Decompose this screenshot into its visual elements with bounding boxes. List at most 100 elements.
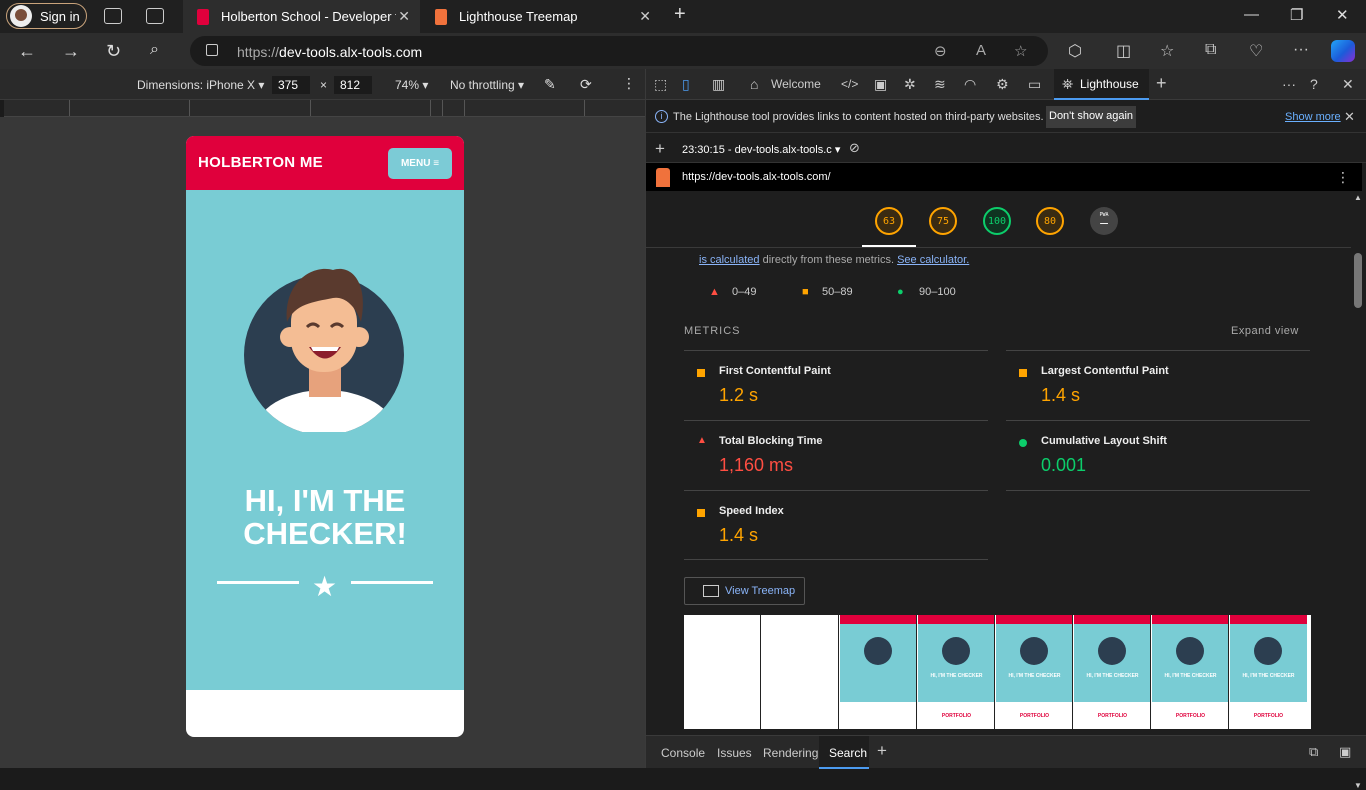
tab-holberton[interactable]: Holberton School - Developer to ✕ [183, 0, 420, 33]
frame-portfolio: PORTFOLIO [1097, 713, 1128, 719]
new-report-plus-icon[interactable]: + [655, 139, 665, 159]
console-icon[interactable]: ▣ [874, 76, 887, 93]
read-aloud-icon[interactable]: A [976, 42, 986, 59]
treemap-icon [703, 585, 719, 597]
favorite-star-icon[interactable]: ☆ [1014, 42, 1027, 60]
report-select-label: 23:30:15 - dev-tools.alx-tools.c [682, 144, 832, 156]
minimize-icon[interactable]: — [1244, 6, 1259, 23]
restore-icon[interactable]: ❐ [1290, 6, 1303, 24]
new-tab-plus-icon[interactable]: + [674, 3, 686, 26]
gauge-best-practices[interactable]: 100 [983, 207, 1011, 235]
gauge-accessibility[interactable]: 75 [929, 207, 957, 235]
drawer-tab-rendering[interactable]: Rendering [763, 746, 818, 760]
width-input[interactable]: 375 [272, 76, 310, 94]
dont-show-again-button[interactable]: Don't show again [1046, 106, 1137, 128]
fail-triangle-icon: ▲ [697, 435, 707, 446]
url-prefix: https:// [237, 44, 280, 60]
info-icon: i [655, 110, 668, 123]
back-icon[interactable]: ← [18, 41, 36, 62]
show-more-link[interactable]: Show more [1285, 111, 1341, 123]
scrollbar-thumb[interactable] [1354, 253, 1362, 308]
home-icon[interactable]: ⌂ [750, 76, 758, 92]
tab-lighthouse[interactable]: ⛯ Lighthouse [1054, 69, 1149, 100]
tab-title: Holberton School - Developer to [221, 9, 396, 24]
extensions-icon[interactable]: ⬡ [1068, 41, 1082, 61]
copilot-icon[interactable] [1331, 40, 1355, 62]
device-toolbar-toggle-icon[interactable]: ▯ [682, 76, 690, 93]
tab-actions-icon[interactable] [146, 8, 164, 24]
zoom-icon[interactable]: ⊖ [934, 42, 947, 60]
lighthouse-icon: ⛯ [1062, 76, 1074, 92]
view-treemap-button[interactable]: View Treemap [684, 577, 805, 605]
view-treemap-label: View Treemap [725, 585, 796, 597]
rotate-icon[interactable]: ⟳ [580, 76, 592, 93]
add-panel-plus-icon[interactable]: + [1156, 73, 1167, 94]
tab-lighthouse-treemap[interactable]: Lighthouse Treemap ✕ [421, 0, 661, 33]
frame-heading: HI, I'M THE CHECKER [1008, 673, 1061, 679]
lock-icon[interactable] [206, 44, 218, 56]
report-menu-icon[interactable]: ⋮ [1336, 169, 1350, 186]
report-select[interactable]: 23:30:15 - dev-tools.alx-tools.c ▾ [682, 143, 840, 156]
settings-gear-icon[interactable]: ⚙ [996, 76, 1009, 93]
score-gauges: 63 75 100 80 PWA – [646, 191, 1351, 248]
zoom-dropdown[interactable]: 74% ▾ [395, 78, 428, 92]
metric-value: 1.4 s [1041, 385, 1081, 405]
application-icon[interactable]: ▭ [1028, 76, 1041, 93]
dock-drawer-icon[interactable]: ⧉ [1309, 744, 1318, 760]
bug-icon[interactable]: ✲ [904, 76, 916, 93]
more-menu-icon[interactable]: ··· [1293, 41, 1309, 59]
elements-icon[interactable]: </> [841, 77, 858, 91]
frame-heading: HI, I'M THE CHECKER [1242, 673, 1295, 679]
is-calculated-link[interactable]: is calculated [699, 254, 760, 266]
site-title[interactable]: HOLBERTON ME [198, 154, 323, 171]
gauge-seo[interactable]: 80 [1036, 207, 1064, 235]
address-field[interactable]: https://dev-tools.alx-tools.com ⊖ A ☆ [190, 36, 1048, 66]
sidebar-toggle-icon[interactable]: ▥ [712, 76, 725, 93]
metric-divider [1006, 490, 1310, 491]
performance-icon[interactable]: ♡ [1249, 41, 1263, 61]
close-drawer-icon[interactable]: ▣ [1339, 744, 1351, 760]
close-window-icon[interactable]: ✕ [1336, 6, 1349, 24]
drawer-add-plus-icon[interactable]: + [877, 741, 887, 761]
close-tab-icon[interactable]: ✕ [639, 8, 651, 25]
gauge-pwa[interactable]: PWA – [1090, 207, 1118, 235]
filmstrip-frame: HI, I'M THE CHECKER PORTFOLIO [1230, 615, 1307, 729]
network-icon[interactable]: ≋ [934, 76, 946, 93]
report-content: is calculated directly from these metric… [646, 249, 1351, 729]
tab-welcome[interactable]: Welcome [771, 77, 821, 91]
report-scrollbar[interactable]: ▲ ▼ [1351, 191, 1366, 790]
throttling-dropdown[interactable]: No throttling ▾ [450, 78, 524, 92]
device-more-icon[interactable]: ⋮ [622, 75, 636, 92]
devtools-more-icon[interactable]: ··· [1282, 76, 1296, 92]
filmstrip-frame [684, 615, 761, 729]
search-icon[interactable]: ⌕ [150, 41, 159, 59]
close-tab-icon[interactable]: ✕ [398, 8, 410, 25]
scroll-down-icon[interactable]: ▼ [1354, 781, 1362, 790]
forward-icon[interactable]: → [62, 41, 80, 62]
drawer-tab-search-active[interactable]: Search [819, 736, 869, 769]
inspect-element-icon[interactable]: ⬚ [654, 76, 667, 93]
menu-button[interactable]: MENU ≡ [388, 148, 452, 179]
sensors-icon[interactable]: ✎ [544, 76, 556, 93]
height-input[interactable]: 812 [334, 76, 372, 94]
gauge-performance[interactable]: 63 [875, 207, 903, 235]
performance-gauge-icon[interactable]: ◠ [964, 76, 976, 93]
favorites-icon[interactable]: ☆ [1160, 41, 1174, 61]
close-devtools-icon[interactable]: ✕ [1342, 76, 1354, 93]
dimensions-dropdown[interactable]: Dimensions: iPhone X ▾ [137, 78, 264, 92]
drawer-tab-console[interactable]: Console [661, 746, 705, 760]
sign-in-button[interactable]: Sign in [6, 3, 87, 29]
collections-icon[interactable] [104, 8, 122, 24]
clear-reports-icon[interactable]: ⊘ [849, 140, 860, 156]
split-screen-icon[interactable]: ◫ [1116, 41, 1131, 61]
report-url[interactable]: https://dev-tools.alx-tools.com/ [682, 171, 831, 183]
collections-toolbar-icon[interactable]: ⧉ [1205, 41, 1216, 59]
close-banner-icon[interactable]: ✕ [1344, 109, 1355, 125]
expand-view-toggle[interactable]: Expand view [1231, 325, 1299, 337]
scroll-up-icon[interactable]: ▲ [1354, 193, 1362, 202]
drawer-tab-issues[interactable]: Issues [717, 746, 752, 760]
refresh-icon[interactable]: ↻ [106, 41, 121, 62]
metric-cls: Cumulative Layout Shift 0.001 [1006, 420, 1310, 490]
see-calculator-link[interactable]: See calculator. [897, 254, 969, 266]
help-icon[interactable]: ? [1310, 76, 1318, 92]
